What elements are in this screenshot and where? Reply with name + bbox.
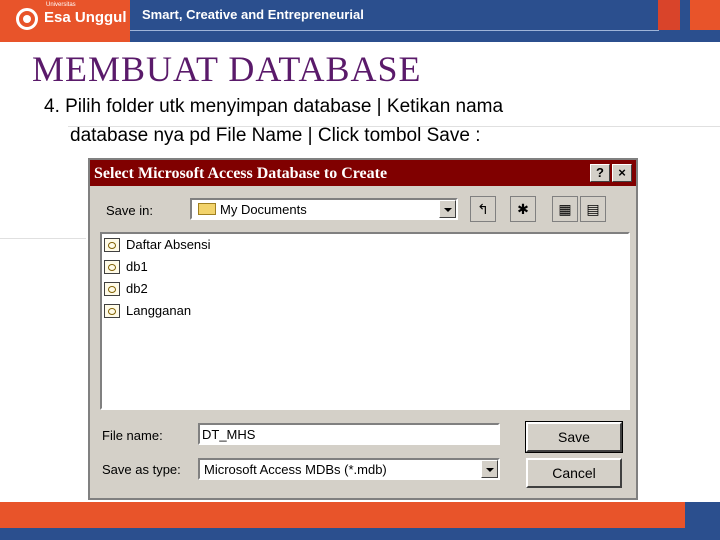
file-name-label: File name: (102, 428, 163, 443)
save-button[interactable]: Save (525, 421, 623, 453)
dialog-titlebar: Select Microsoft Access Database to Crea… (90, 160, 636, 186)
file-name-value: DT_MHS (202, 427, 256, 442)
file-name-input[interactable]: DT_MHS (198, 423, 500, 445)
list-item-label: db1 (126, 259, 148, 274)
save-in-combo[interactable]: My Documents (190, 198, 458, 220)
up-folder-icon[interactable]: ↰ (470, 196, 496, 222)
save-in-label: Save in: (106, 203, 153, 218)
chevron-down-icon[interactable] (481, 460, 498, 478)
logo-icon (16, 8, 38, 30)
header-tagline: Smart, Creative and Entrepreneurial (142, 7, 364, 22)
save-as-type-label: Save as type: (102, 462, 181, 477)
footer-strip (0, 528, 720, 540)
list-view-icon[interactable]: ▦ (552, 196, 578, 222)
help-button[interactable]: ? (590, 164, 610, 182)
logo-text: Esa Unggul (44, 9, 127, 26)
footer-bar (0, 502, 720, 528)
footer-accent (685, 502, 720, 528)
logo-small-text: Universitas (46, 2, 76, 8)
save-as-type-combo[interactable]: Microsoft Access MDBs (*.mdb) (198, 458, 500, 480)
divider-line-left (0, 238, 86, 239)
close-button[interactable]: × (612, 164, 632, 182)
slide-title: MEMBUAT DATABASE (32, 49, 422, 89)
access-file-icon (104, 260, 120, 274)
dialog-title: Select Microsoft Access Database to Crea… (94, 165, 388, 182)
logo-block: Universitas Esa Unggul (0, 0, 130, 42)
list-item-label: Langganan (126, 303, 192, 318)
folder-icon (198, 203, 216, 215)
cancel-button[interactable]: Cancel (526, 458, 622, 488)
save-dialog: Select Microsoft Access Database to Crea… (88, 158, 638, 500)
header-accent-1 (658, 0, 680, 30)
slide-text-line-1: 4. Pilih folder utk menyimpan database |… (44, 96, 504, 117)
slide-text-line-2: database nya pd File Name | Click tombol… (70, 125, 481, 146)
new-folder-icon[interactable]: ✱ (510, 196, 536, 222)
chevron-down-icon[interactable] (439, 200, 456, 218)
details-view-icon[interactable]: ▤ (580, 196, 606, 222)
header-accent-2 (690, 0, 720, 30)
file-list[interactable]: Daftar Absensi db1 db2 Langganan (100, 232, 630, 410)
list-item-label: Daftar Absensi (126, 237, 211, 252)
save-as-type-value: Microsoft Access MDBs (*.mdb) (204, 462, 387, 477)
access-file-icon (104, 282, 120, 296)
header-bar: Universitas Esa Unggul Smart, Creative a… (0, 0, 720, 42)
access-file-icon (104, 238, 120, 252)
save-in-value: My Documents (220, 202, 307, 217)
access-file-icon (104, 304, 120, 318)
list-item-label: db2 (126, 281, 148, 296)
